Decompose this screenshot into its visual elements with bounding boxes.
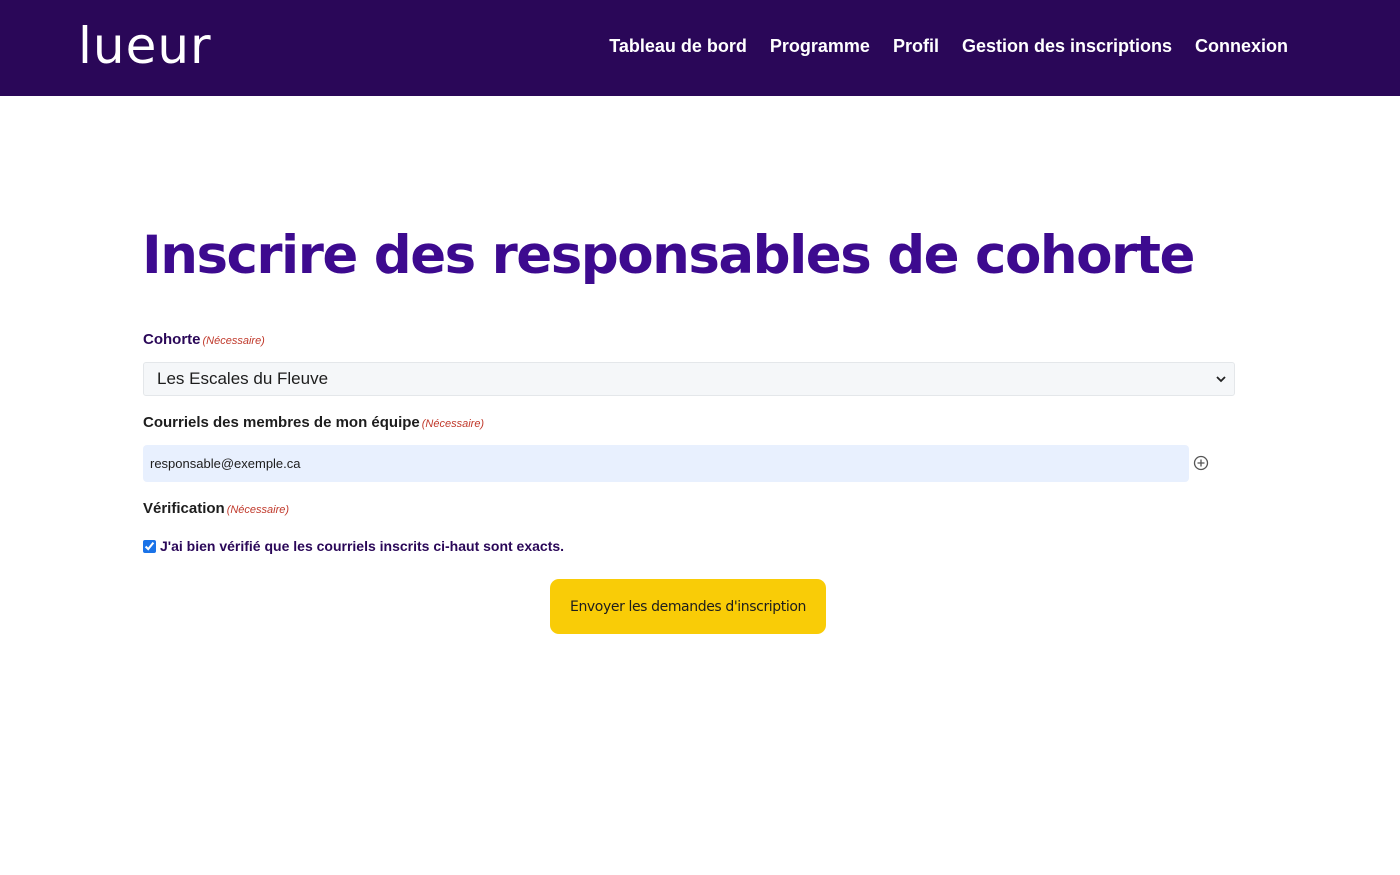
plus-circle-icon[interactable]	[1193, 455, 1209, 471]
lueur-logo[interactable]: lueur	[78, 18, 212, 74]
cohorte-selected-value: Les Escales du Fleuve	[157, 369, 329, 388]
verification-label: Vérification (Nécessaire)	[143, 499, 289, 520]
emails-label-text: Courriels des membres de mon équipe	[143, 414, 420, 431]
cohorte-label: Cohorte (Nécessaire)	[143, 330, 265, 351]
submit-button[interactable]: Envoyer les demandes d'inscription	[550, 579, 826, 634]
page-title: Inscrire des responsables de cohorte	[142, 225, 1195, 286]
nav-gestion-inscriptions[interactable]: Gestion des inscriptions	[962, 34, 1172, 58]
chevron-down-icon	[1216, 363, 1226, 395]
verification-label-text: Vérification	[143, 500, 225, 517]
cohorte-label-text: Cohorte	[143, 331, 201, 348]
nav-profil[interactable]: Profil	[893, 34, 939, 58]
nav-tableau-de-bord[interactable]: Tableau de bord	[609, 34, 747, 58]
required-marker: (Nécessaire)	[226, 504, 290, 516]
site-header: lueur Tableau de bord Programme Profil G…	[0, 0, 1400, 96]
verification-checkbox-label[interactable]: J'ai bien vérifié que les courriels insc…	[160, 538, 564, 554]
verification-check-row[interactable]: J'ai bien vérifié que les courriels insc…	[143, 537, 564, 555]
cohorte-select[interactable]: Les Escales du Fleuve	[143, 362, 1235, 396]
emails-label: Courriels des membres de mon équipe (Néce…	[143, 413, 484, 434]
nav-programme[interactable]: Programme	[770, 34, 870, 58]
required-marker: (Nécessaire)	[202, 335, 265, 347]
email-input[interactable]	[143, 445, 1189, 482]
nav-connexion[interactable]: Connexion	[1195, 34, 1288, 58]
required-marker: (Nécessaire)	[421, 418, 485, 430]
main-nav: Tableau de bord Programme Profil Gestion…	[609, 34, 1288, 58]
verification-checkbox[interactable]	[143, 539, 156, 553]
